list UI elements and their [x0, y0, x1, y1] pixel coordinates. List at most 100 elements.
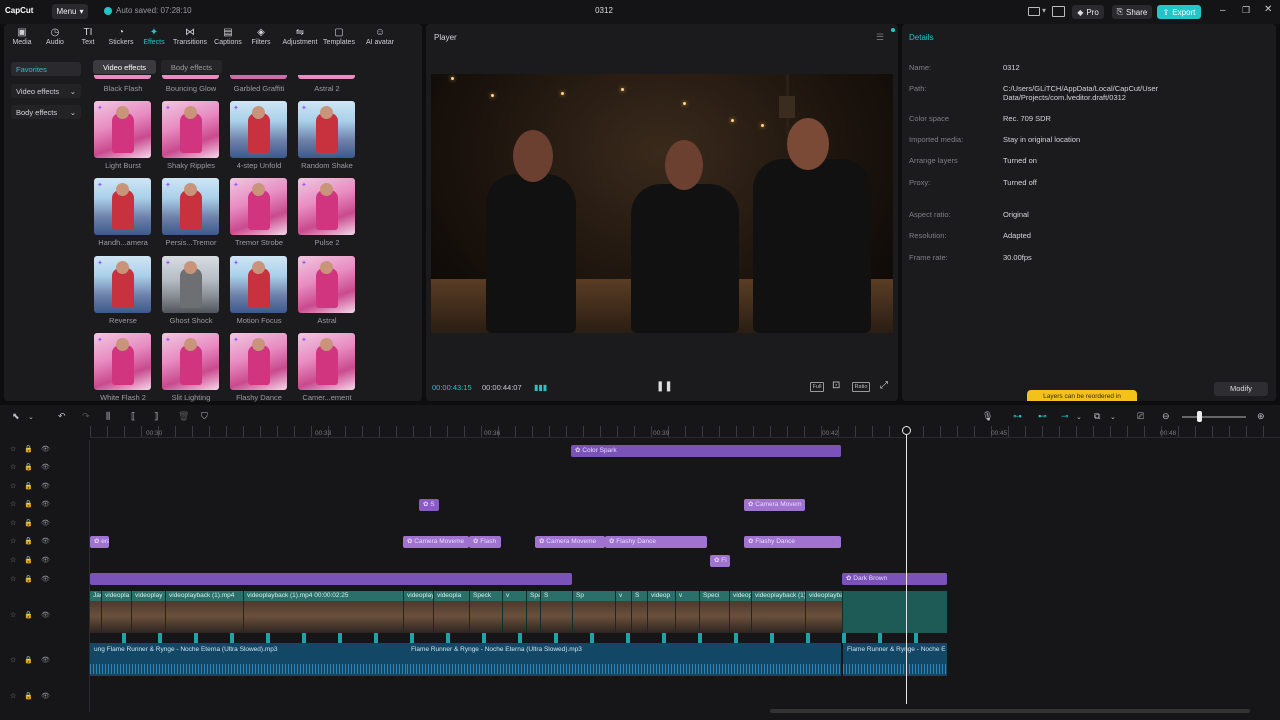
- playhead-handle[interactable]: [902, 426, 911, 435]
- toolbar-text[interactable]: TI Text: [71, 27, 105, 49]
- eye-icon[interactable]: 👁: [41, 692, 50, 700]
- zoom-in-icon[interactable]: ⊕: [1257, 411, 1265, 422]
- sidebar-item-favorites[interactable]: Favorites: [11, 62, 81, 76]
- video-clip[interactable]: v: [676, 591, 700, 633]
- effect-clip[interactable]: ✿ Camera Moveme: [403, 536, 469, 548]
- maximize-icon[interactable]: ❐: [1242, 5, 1250, 16]
- effect-thumbnail[interactable]: ✦: [162, 178, 219, 235]
- menu-button[interactable]: Menu ▾: [52, 4, 88, 19]
- video-clip[interactable]: videoplayback (1).mp4: [752, 591, 806, 633]
- effect-thumbnail[interactable]: ✦: [94, 178, 151, 235]
- effect-track-icon[interactable]: ☆: [10, 445, 16, 453]
- effect-thumbnail[interactable]: ✦: [298, 256, 355, 313]
- pro-button[interactable]: ◆ Pro: [1072, 5, 1104, 19]
- audio-clip[interactable]: Flame Runner & Rynge - Noche Eterna (Ult…: [407, 643, 841, 676]
- sidebar-item-body-effects[interactable]: Body effects ⌄: [11, 105, 81, 119]
- effect-track-icon[interactable]: ☆: [10, 500, 16, 508]
- eye-icon[interactable]: 👁: [41, 537, 50, 545]
- effect-track-icon[interactable]: ☆: [10, 482, 16, 490]
- timeline-ruler[interactable]: [90, 426, 1280, 438]
- link-clips-icon[interactable]: ⊶: [1013, 411, 1022, 422]
- trim-right-icon[interactable]: ⟧: [154, 411, 158, 422]
- effect-thumbnail[interactable]: ✦: [298, 101, 355, 158]
- video-clip[interactable]: videopla: [102, 591, 132, 633]
- video-clip[interactable]: v: [616, 591, 632, 633]
- video-clip[interactable]: videoplay: [404, 591, 434, 633]
- tab-body-effects[interactable]: Body effects: [161, 60, 222, 74]
- eye-icon[interactable]: 👁: [41, 556, 50, 564]
- effect-clip[interactable]: ✿ Camera Moveme: [535, 536, 605, 548]
- magnet-icon[interactable]: ⊷: [1038, 411, 1047, 422]
- video-clip[interactable]: Sp: [573, 591, 616, 633]
- effect-clip[interactable]: ✿ Color Spark: [571, 445, 841, 457]
- playhead[interactable]: [906, 428, 907, 704]
- delete-icon[interactable]: 🗑: [178, 411, 189, 422]
- video-preview[interactable]: [431, 74, 893, 333]
- microphone-icon[interactable]: 🎙: [982, 411, 993, 422]
- full-quality-button[interactable]: Full: [810, 382, 824, 392]
- effect-track-icon[interactable]: ☆: [10, 556, 16, 564]
- lock-icon[interactable]: 🔒: [24, 519, 33, 527]
- toolbar-transitions[interactable]: ⋈ Transitions: [170, 27, 210, 49]
- toolbar-adjustment[interactable]: ⇋ Adjustment: [280, 27, 320, 49]
- caption-icon[interactable]: ⎚: [1137, 411, 1144, 422]
- effect-thumbnail[interactable]: ✦: [298, 333, 355, 390]
- snapshot-icon[interactable]: ⊡: [832, 380, 840, 391]
- auto-snap-icon[interactable]: ⊸: [1061, 411, 1069, 422]
- toolbar-audio[interactable]: ◷ Audio: [38, 27, 72, 49]
- shield-icon[interactable]: ⛉: [201, 411, 208, 422]
- zoom-slider-handle[interactable]: [1197, 411, 1202, 422]
- eye-icon[interactable]: 👁: [41, 656, 50, 664]
- lock-icon[interactable]: 🔒: [24, 556, 33, 564]
- effect-thumbnail[interactable]: ✦: [162, 101, 219, 158]
- lock-icon[interactable]: 🔒: [24, 482, 33, 490]
- split-icon[interactable]: ⫼: [106, 411, 110, 422]
- video-clip[interactable]: Speck: [470, 591, 503, 633]
- effect-thumbnail[interactable]: ✦: [94, 101, 151, 158]
- effect-thumbnail[interactable]: ✦: [298, 178, 355, 235]
- toolbar-ai-avatar[interactable]: ☺ AI avatar: [360, 27, 400, 49]
- minimize-icon[interactable]: –: [1220, 5, 1226, 16]
- lock-icon[interactable]: 🔒: [24, 537, 33, 545]
- toolbar-effects[interactable]: ✦ Effects: [137, 27, 171, 49]
- layout-icon[interactable]: [1028, 7, 1040, 16]
- select-tool-icon[interactable]: ⬉: [12, 411, 20, 422]
- sidebar-item-video-effects[interactable]: Video effects ⌄: [11, 84, 81, 98]
- close-icon[interactable]: ✕: [1264, 4, 1272, 15]
- lock-icon[interactable]: 🔒: [24, 656, 33, 664]
- trim-left-icon[interactable]: ⟦: [131, 411, 135, 422]
- effect-thumbnail[interactable]: ✦: [162, 333, 219, 390]
- share-button[interactable]: ⎘ Share: [1112, 5, 1152, 19]
- audio-clip[interactable]: Flame Runner & Rynge - Noche E: [843, 643, 947, 676]
- effect-track-icon[interactable]: ☆: [10, 463, 16, 471]
- video-clip[interactable]: v: [503, 591, 527, 633]
- chevron-down-icon[interactable]: ⌄: [1110, 413, 1116, 421]
- effect-track-icon[interactable]: ☆: [10, 656, 16, 664]
- lock-icon[interactable]: 🔒: [24, 692, 33, 700]
- eye-icon[interactable]: 👁: [41, 519, 50, 527]
- toolbar-stickers[interactable]: ◔ Stickers: [104, 27, 138, 49]
- video-clip[interactable]: videoplayback (1).mp4: [166, 591, 244, 633]
- effect-clip[interactable]: ✿ Camera Movem: [744, 499, 805, 511]
- effect-clip[interactable]: ✿ S: [419, 499, 439, 511]
- zoom-slider[interactable]: [1182, 416, 1246, 418]
- lock-icon[interactable]: 🔒: [24, 445, 33, 453]
- effect-clip[interactable]: [90, 573, 572, 585]
- undo-icon[interactable]: ↶: [58, 411, 66, 422]
- lock-icon[interactable]: 🔒: [24, 500, 33, 508]
- effect-thumbnail[interactable]: ✦: [162, 256, 219, 313]
- eye-icon[interactable]: 👁: [41, 482, 50, 490]
- pause-icon[interactable]: ❚❚: [656, 381, 673, 392]
- effect-track-icon[interactable]: ☆: [10, 575, 16, 583]
- lock-icon[interactable]: 🔒: [24, 575, 33, 583]
- effect-clip[interactable]: ✿ era M: [90, 536, 109, 548]
- video-clip[interactable]: S: [632, 591, 648, 633]
- eye-icon[interactable]: 👁: [41, 500, 50, 508]
- export-button[interactable]: ⇪ Export: [1157, 5, 1201, 19]
- eye-icon[interactable]: 👁: [41, 463, 50, 471]
- modify-button[interactable]: Modify: [1214, 382, 1268, 396]
- video-clip[interactable]: videoplayt: [730, 591, 752, 633]
- effect-clip[interactable]: ✿ Fl: [710, 555, 730, 567]
- effect-thumbnail[interactable]: ✦: [230, 178, 287, 235]
- toolbar-templates[interactable]: ▢ Templates: [322, 27, 356, 49]
